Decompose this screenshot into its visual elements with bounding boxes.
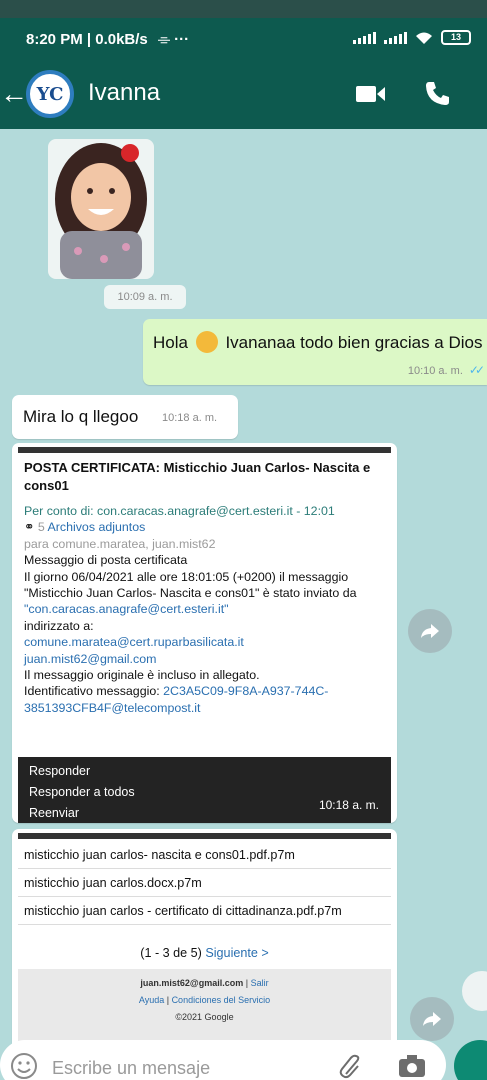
recipient-link-1[interactable]: comune.maratea@cert.ruparbasilicata.it [24, 634, 389, 650]
status-extra: ⌯ ··· [158, 31, 190, 48]
forward-icon[interactable] [410, 997, 454, 1041]
email-subject: POSTA CERTIFICATA: Misticchio Juan Carlo… [24, 460, 371, 493]
attachment-item[interactable]: misticchio juan carlos - certificato di … [18, 899, 391, 925]
chat-header: ← YC Ivanna [0, 62, 487, 129]
forward-icon[interactable] [408, 609, 452, 653]
message-input-bar: Escribe un mensaje [0, 1040, 446, 1080]
emoji-icon[interactable] [10, 1052, 38, 1080]
status-bar: 8:20 PM | 0.0kB/s ⌯ ··· 13 [0, 18, 487, 62]
sender-link[interactable]: "con.caracas.anagrafe@cert.esteri.it" [24, 602, 229, 616]
signal-icon-2 [384, 31, 407, 44]
attachments-line: ⚭ 5 Archivos adjuntos [24, 519, 389, 535]
video-call-icon[interactable] [356, 84, 386, 104]
menu-reply[interactable]: Responder [29, 764, 90, 778]
message-input[interactable]: Escribe un mensaje [52, 1058, 210, 1079]
context-menu: Responder Responder a todos Reenviar 10:… [18, 757, 391, 823]
email-body-3: "Misticchio Juan Carlos- Nascita e cons0… [24, 585, 389, 618]
camera-icon[interactable] [398, 1054, 426, 1078]
email-body-6: Identificativo messaggio: 2C3A5C09-9F8A-… [24, 683, 389, 716]
menu-forward[interactable]: Reenviar [29, 806, 79, 820]
read-ticks-icon: ✓✓ [468, 363, 485, 377]
attachment-item[interactable]: misticchio juan carlos- nascita e cons01… [18, 843, 391, 869]
outgoing-message[interactable]: Hola Ivananaa todo bien gracias a Dios 1… [143, 319, 487, 385]
pager: (1 - 3 de 5) Siguiente > [18, 946, 391, 960]
footer-copyright: ©2021 Google [175, 1012, 234, 1022]
paperclip-icon: ⚭ [24, 520, 38, 535]
footer-exit-link[interactable]: Salir [251, 978, 269, 988]
attachments-count: 5 [37, 520, 45, 535]
signal-icon [353, 31, 376, 44]
footer-help-link[interactable]: Ayuda [139, 995, 164, 1005]
email-timestamp: 10:18 a. m. [318, 798, 379, 812]
outgoing-text-b: Ivananaa todo bien gracias a Dios [225, 333, 483, 352]
recipient-link-2[interactable]: juan.mist62@gmail.com [24, 651, 389, 667]
outgoing-timestamp: 10:10 a. m. [407, 365, 463, 377]
email-body-2: Il giorno 06/04/2021 alle ore 18:01:05 (… [24, 569, 349, 584]
attach-icon[interactable] [338, 1054, 364, 1080]
contact-avatar[interactable]: YC [26, 70, 74, 118]
chat-area[interactable]: 10:09 a. m. Hola Ivananaa todo bien grac… [0, 129, 487, 1080]
incoming-text: Mira lo q llegoo [23, 407, 139, 426]
incoming-timestamp: 10:18 a. m. [162, 412, 218, 424]
pager-range: (1 - 3 de 5) [140, 946, 206, 960]
avatar-initials: YC [36, 83, 64, 105]
email-body-5: Il messaggio originale è incluso in alle… [24, 668, 260, 683]
status-time: 8:20 PM | 0.0kB/s [26, 31, 148, 48]
attachment-item[interactable]: misticchio juan carlos.docx.p7m [18, 871, 391, 897]
menu-reply-all[interactable]: Responder a todos [29, 785, 135, 799]
outgoing-text: Hola Ivananaa todo bien gracias a Dios [153, 331, 483, 353]
divider [18, 447, 391, 453]
email-sender-line: Per conto di: con.caracas.anagrafe@cert.… [24, 504, 335, 518]
outgoing-text-a: Hola [153, 333, 188, 352]
email-body: Per conto di: con.caracas.anagrafe@cert.… [24, 503, 389, 716]
outgoing-meta: 10:10 a. m. ✓✓ [407, 363, 485, 377]
system-icons: 13 [353, 30, 471, 45]
email-to-line: para comune.maratea, juan.mist62 [24, 536, 216, 551]
pager-next-link[interactable]: Siguiente > [205, 946, 268, 960]
incoming-message[interactable]: Mira lo q llegoo 10:18 a. m. [12, 395, 238, 439]
email-body-6-text: Identificativo messaggio: [24, 684, 164, 699]
email-body-4: indirizzato a: [24, 618, 94, 633]
email-screenshot-message[interactable]: POSTA CERTIFICATA: Misticchio Juan Carlo… [12, 443, 397, 823]
phone-icon[interactable] [424, 80, 450, 106]
battery-icon: 13 [441, 30, 471, 45]
attachments-link[interactable]: Archivos adjuntos [48, 520, 146, 534]
email-body-1: Messaggio di posta certificata [24, 553, 188, 568]
back-arrow-icon[interactable]: ← [0, 80, 28, 108]
contact-name[interactable]: Ivanna [88, 79, 160, 107]
scroll-down-icon[interactable] [462, 971, 487, 1011]
divider [18, 833, 391, 839]
email-body-3-text: "Misticchio Juan Carlos- Nascita e cons0… [24, 586, 357, 601]
clapping-hands-icon [195, 331, 218, 353]
top-strip [0, 0, 487, 18]
footer-terms-link[interactable]: Condiciones del Servicio [172, 995, 271, 1005]
footer-account: juan.mist62@gmail.com [140, 978, 244, 988]
wifi-icon [416, 32, 432, 44]
sticker-image[interactable] [48, 139, 154, 279]
sticker-timestamp: 10:09 a. m. [104, 285, 186, 309]
